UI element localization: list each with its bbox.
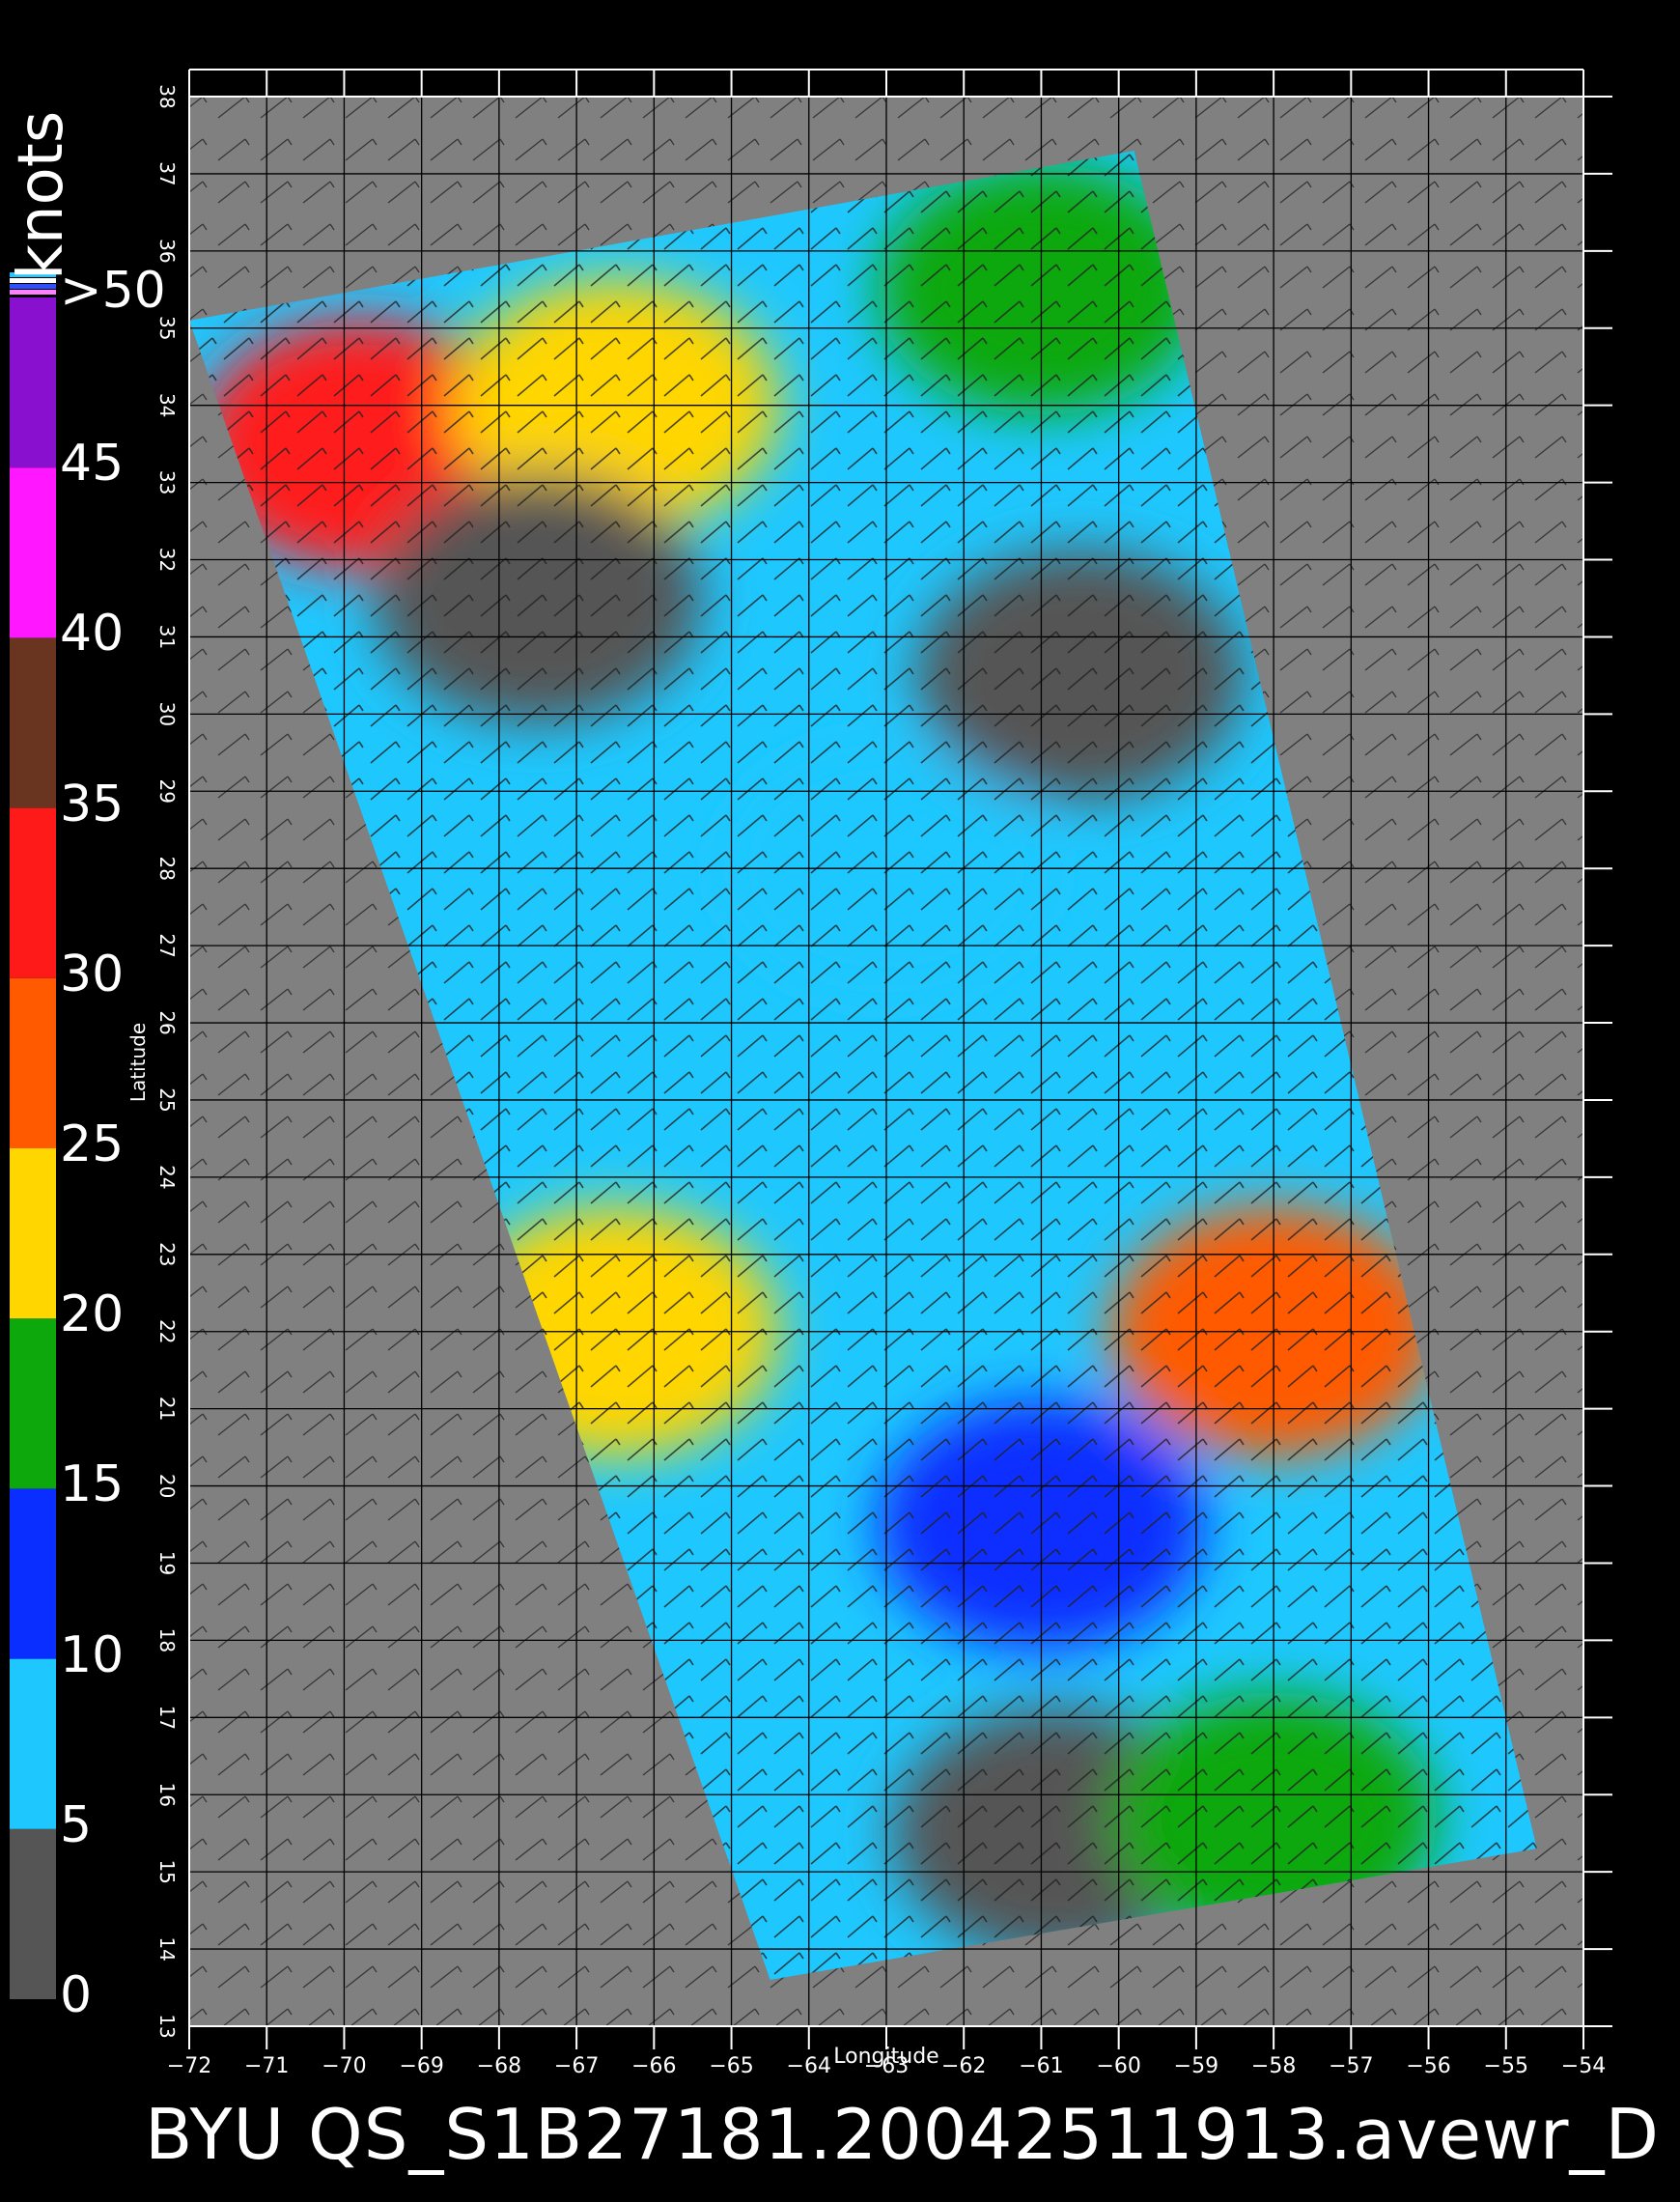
colorbar-band — [10, 1658, 56, 1829]
colorbar-band — [10, 1828, 56, 1999]
x-tick-label: −70 — [322, 2054, 366, 2078]
colorbar-band — [10, 1318, 56, 1489]
x-tick-label: −59 — [1174, 2054, 1218, 2078]
y-tick-label: 31 — [155, 625, 179, 649]
colorbar-label: 0 — [60, 1966, 93, 2024]
x-tick-label: −71 — [244, 2054, 289, 2078]
y-tick-label: 13 — [155, 2014, 179, 2038]
colorbar-band — [10, 1148, 56, 1319]
x-tick-label: −58 — [1251, 2054, 1296, 2078]
y-tick-label: 34 — [155, 393, 179, 417]
x-tick-label: −55 — [1484, 2054, 1528, 2078]
y-tick-label: 25 — [155, 1087, 179, 1112]
y-tick-label: 38 — [155, 84, 179, 108]
x-tick-label: −61 — [1019, 2054, 1063, 2078]
x-tick-label: −69 — [399, 2054, 443, 2078]
colorbar-band — [10, 637, 56, 808]
x-tick-label: −66 — [631, 2054, 676, 2078]
y-tick-label: 22 — [155, 1319, 179, 1343]
y-tick-label: 30 — [155, 702, 179, 726]
y-tick-label: 21 — [155, 1397, 179, 1421]
colorbar-label: 45 — [60, 435, 125, 494]
y-tick-label: 14 — [155, 1936, 179, 1961]
colorbar-label: 40 — [60, 605, 125, 663]
colorbar-band — [10, 1488, 56, 1659]
x-tick-label: −60 — [1096, 2054, 1140, 2078]
y-tick-label: 27 — [155, 933, 179, 957]
colorbar-band — [10, 977, 56, 1148]
colorbar-units: knots — [6, 110, 77, 280]
colorbar-overrange — [10, 284, 56, 289]
y-tick-label: 36 — [155, 239, 179, 263]
colorbar-band — [10, 297, 56, 468]
x-tick-label: −56 — [1406, 2054, 1450, 2078]
colorbar-label: 5 — [60, 1795, 93, 1854]
colorbar-label: 20 — [60, 1285, 125, 1344]
x-tick-label: −65 — [709, 2054, 753, 2078]
y-axis-label: Latitude — [126, 1023, 150, 1102]
colorbar-overrange — [10, 290, 56, 295]
colorbar-label: 35 — [60, 775, 125, 833]
colorbar — [10, 272, 56, 1999]
y-tick-label: 37 — [155, 161, 179, 185]
colorbar-label: 30 — [60, 945, 125, 1003]
x-tick-label: −68 — [477, 2054, 521, 2078]
colorbar-label: 25 — [60, 1115, 125, 1173]
y-tick-label: 29 — [155, 779, 179, 804]
x-tick-label: −62 — [941, 2054, 986, 2078]
x-tick-label: −72 — [167, 2054, 211, 2078]
x-axis-label: Longitude — [833, 2045, 938, 2069]
y-tick-label: 16 — [155, 1783, 179, 1807]
y-tick-label: 24 — [155, 1165, 179, 1189]
y-tick-label: 20 — [155, 1474, 179, 1498]
colorbar-label: 15 — [60, 1455, 125, 1514]
y-tick-label: 19 — [155, 1551, 179, 1575]
chart-title: BYU QS_S1B27181.20042511913.avewr_D — [145, 2094, 1660, 2175]
x-tick-label: −67 — [554, 2054, 599, 2078]
x-tick-label: −57 — [1329, 2054, 1373, 2078]
x-tick-label: −64 — [787, 2054, 831, 2078]
y-tick-label: 18 — [155, 1628, 179, 1652]
x-tick-label: −54 — [1561, 2054, 1606, 2078]
wind-map: −72 −71 −70 −69 −68 −67 −66 −65 −64 −63 −62 −61 −60−… — [10, 69, 1612, 2078]
colorbar-band — [10, 467, 56, 638]
y-tick-label: 23 — [155, 1242, 179, 1266]
colorbar-band — [10, 807, 56, 978]
y-tick-label: 33 — [155, 470, 179, 494]
y-tick-label: 32 — [155, 548, 179, 572]
colorbar-label: 10 — [60, 1625, 125, 1684]
y-tick-label: 26 — [155, 1010, 179, 1034]
y-tick-label: 17 — [155, 1706, 179, 1730]
y-tick-label: 15 — [155, 1859, 179, 1883]
y-tick-label: 28 — [155, 856, 179, 880]
